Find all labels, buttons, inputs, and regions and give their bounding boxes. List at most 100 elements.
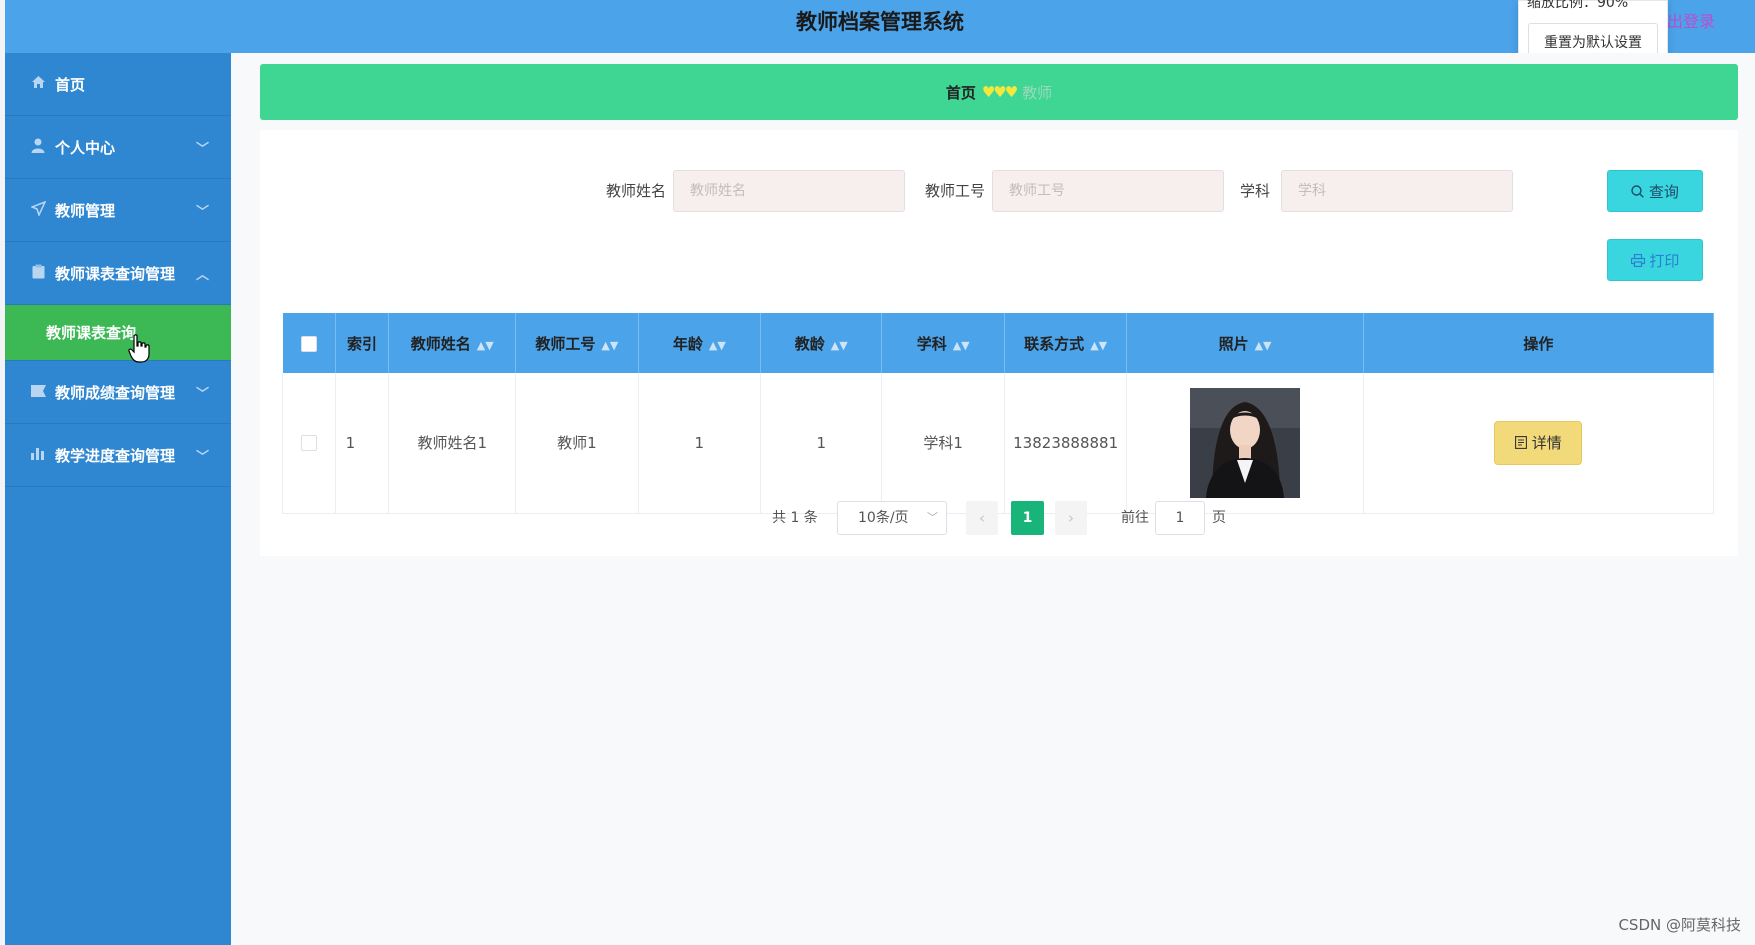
col-phone[interactable]: 联系方式 ▲▼: [1004, 313, 1128, 373]
subject-label: 学科: [1240, 182, 1271, 200]
col-name[interactable]: 教师姓名 ▲▼: [388, 313, 517, 373]
search-icon: [1631, 183, 1649, 201]
home-icon: [29, 75, 47, 93]
sidebar-item-home[interactable]: 首页: [5, 53, 231, 116]
page-size-select[interactable]: 10条/页 ﹀: [837, 501, 947, 535]
col-age[interactable]: 年龄 ▲▼: [638, 313, 762, 373]
sidebar-item-schedule-query[interactable]: 教师课表查询: [5, 305, 231, 361]
col-years[interactable]: 教龄 ▲▼: [760, 313, 883, 373]
goto-label: 前往: [1121, 510, 1149, 526]
col-id[interactable]: 教师工号 ▲▼: [515, 313, 639, 373]
col-subject[interactable]: 学科 ▲▼: [881, 313, 1005, 373]
sidebar: 首页 个人中心 ﹀ 教师管理 ﹀ 教师课表查询管理 ︿ 教师课表查询 教师成绩查…: [5, 53, 231, 945]
col-index: 索引: [335, 313, 390, 373]
name-search-input[interactable]: [673, 170, 905, 212]
printer-icon: [1630, 252, 1650, 270]
teacher-photo: [1190, 387, 1301, 498]
breadcrumb: 首页 ♥♥♥ 教师: [260, 64, 1738, 120]
table-row: 1 教师姓名1 教师1 1 1 学科1 13823888881 详情: [282, 373, 1715, 514]
sidebar-item-label: 教师管理: [55, 201, 116, 220]
print-button[interactable]: 打印: [1607, 239, 1703, 281]
sidebar-item-profile[interactable]: 个人中心 ﹀: [5, 116, 231, 179]
cell-subject: 学科1: [881, 373, 1005, 514]
watermark: CSDN @阿莫科技: [1618, 916, 1741, 934]
flag-icon: [29, 383, 47, 401]
logout-link[interactable]: 出登录: [1667, 8, 1715, 32]
breadcrumb-home[interactable]: 首页: [946, 82, 976, 103]
col-photo[interactable]: 照片 ▲▼: [1126, 313, 1364, 373]
pagination: 共 1 条 10条/页 ﹀ ‹ 1 › 前往 页: [260, 501, 1738, 535]
cell-index: 1: [335, 373, 390, 514]
chevron-down-icon: ﹀: [195, 450, 209, 465]
chevron-down-icon: ﹀: [927, 511, 938, 524]
sort-icon[interactable]: ▲▼: [477, 339, 494, 352]
page-size-value: 10条/页: [858, 510, 909, 526]
bar-chart-icon: [29, 446, 47, 464]
query-label: 查询: [1648, 182, 1679, 201]
sidebar-item-label: 教师成绩查询管理: [55, 383, 176, 402]
select-all-checkbox[interactable]: [300, 335, 317, 352]
detail-label: 详情: [1531, 434, 1562, 453]
app-title: 教师档案管理系统: [796, 10, 964, 34]
detail-button[interactable]: 详情: [1494, 420, 1583, 465]
sort-icon[interactable]: ▲▼: [709, 339, 726, 352]
cell-action: 详情: [1363, 373, 1715, 514]
select-all-cell: [282, 313, 336, 373]
clipboard-icon: [29, 264, 47, 283]
pagination-total: 共 1 条: [772, 510, 818, 526]
zoom-label: 缩放比例：90%: [1527, 0, 1629, 11]
chevron-down-icon: ﹀: [195, 387, 209, 402]
goto-page-input[interactable]: [1155, 501, 1205, 535]
cell-age: 1: [638, 373, 762, 514]
breadcrumb-current: 教师: [1022, 83, 1053, 102]
sort-icon[interactable]: ▲▼: [601, 339, 618, 352]
header-label: 联系方式: [1024, 334, 1085, 353]
main-content: 首页 ♥♥♥ 教师 教师姓名 教师工号 学科 查询 打印: [231, 53, 1755, 945]
next-page-button[interactable]: ›: [1055, 501, 1087, 535]
chevron-right-icon: ›: [1068, 509, 1074, 527]
id-label: 教师工号: [925, 182, 986, 200]
header-label: 教师工号: [535, 334, 596, 353]
header-label: 索引: [346, 334, 377, 353]
subject-search-input[interactable]: [1281, 170, 1513, 212]
sidebar-item-label: 教师课表查询管理: [55, 264, 176, 283]
table-header-row: 索引 教师姓名 ▲▼ 教师工号 ▲▼ 年龄 ▲▼ 教龄 ▲▼ 学科 ▲▼ 联系方式 ▲▼ 照…: [282, 313, 1715, 373]
send-icon: [29, 200, 47, 220]
row-checkbox[interactable]: [300, 435, 317, 452]
print-label: 打印: [1649, 251, 1680, 270]
header-label: 学科: [916, 334, 947, 353]
user-icon: [29, 138, 47, 157]
header-label: 教师姓名: [410, 334, 471, 353]
query-button[interactable]: 查询: [1607, 170, 1703, 212]
teacher-table: 索引 教师姓名 ▲▼ 教师工号 ▲▼ 年龄 ▲▼ 教龄 ▲▼ 学科 ▲▼ 联系方式 ▲▼ 照…: [282, 313, 1715, 514]
sidebar-item-teacher-manage[interactable]: 教师管理 ﹀: [5, 179, 231, 242]
heart-separator-icon: ♥♥♥: [981, 83, 1018, 101]
sort-icon[interactable]: ▲▼: [1090, 339, 1107, 352]
sidebar-item-score-manage[interactable]: 教师成绩查询管理 ﹀: [5, 361, 231, 424]
sidebar-item-progress-manage[interactable]: 教学进度查询管理 ﹀: [5, 424, 231, 487]
chevron-down-icon: ﹀: [195, 142, 209, 157]
sidebar-item-label: 首页: [55, 75, 86, 94]
content-panel: 教师姓名 教师工号 学科 查询 打印 索引 教: [260, 130, 1738, 556]
cell-years: 1: [760, 373, 883, 514]
cell-id: 教师1: [515, 373, 639, 514]
document-icon: [1515, 434, 1532, 452]
id-search-input[interactable]: [992, 170, 1224, 212]
sort-icon[interactable]: ▲▼: [831, 339, 848, 352]
row-select-cell: [282, 373, 336, 514]
page-number-current[interactable]: 1: [1011, 501, 1044, 535]
cell-photo: [1126, 373, 1364, 514]
header-label: 照片: [1218, 334, 1249, 353]
sort-icon[interactable]: ▲▼: [953, 339, 970, 352]
header-label: 年龄: [672, 334, 703, 353]
sidebar-item-schedule-manage[interactable]: 教师课表查询管理 ︿: [5, 242, 231, 305]
sidebar-item-label: 个人中心: [55, 138, 116, 157]
name-label: 教师姓名: [606, 182, 667, 200]
chevron-left-icon: ‹: [979, 509, 985, 527]
prev-page-button[interactable]: ‹: [966, 501, 998, 535]
hand-cursor-icon: [128, 334, 150, 363]
chevron-down-icon: ﹀: [195, 205, 209, 220]
sort-icon[interactable]: ▲▼: [1255, 339, 1272, 352]
header-label: 操作: [1523, 334, 1554, 353]
sidebar-item-label: 教学进度查询管理: [55, 446, 176, 465]
